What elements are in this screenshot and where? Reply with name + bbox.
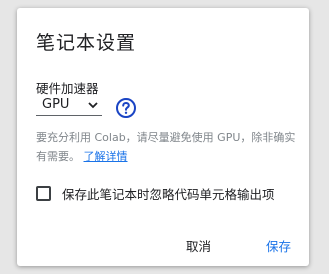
gpu-usage-note: 要充分利用 Colab，请尽量避免使用 GPU，除非确实有需要。 了解详情	[36, 128, 298, 166]
omit-output-option: 保存此笔记本时忽略代码单元格输出项	[36, 183, 275, 203]
notebook-settings-dialog: 笔记本设置 硬件加速器 GPU 要充分利用 Colab，请尽量避免使用 GPU，…	[17, 8, 309, 266]
learn-more-link[interactable]: 了解详情	[84, 150, 128, 163]
hardware-accelerator-value: GPU	[42, 97, 70, 112]
omit-output-checkbox[interactable]	[36, 185, 51, 201]
save-button[interactable]: 保存	[266, 236, 291, 255]
gpu-usage-note-text: 要充分利用 Colab，请尽量避免使用 GPU，除非确实有需要。	[36, 131, 296, 163]
dialog-title: 笔记本设置	[36, 32, 137, 54]
help-circle-icon[interactable]	[115, 97, 137, 119]
hardware-accelerator-select[interactable]: GPU	[36, 96, 102, 116]
hardware-accelerator-label: 硬件加速器	[36, 81, 99, 96]
chevron-down-icon	[88, 102, 98, 109]
omit-output-label: 保存此笔记本时忽略代码单元格输出项	[62, 186, 275, 202]
cancel-button[interactable]: 取消	[186, 236, 211, 255]
